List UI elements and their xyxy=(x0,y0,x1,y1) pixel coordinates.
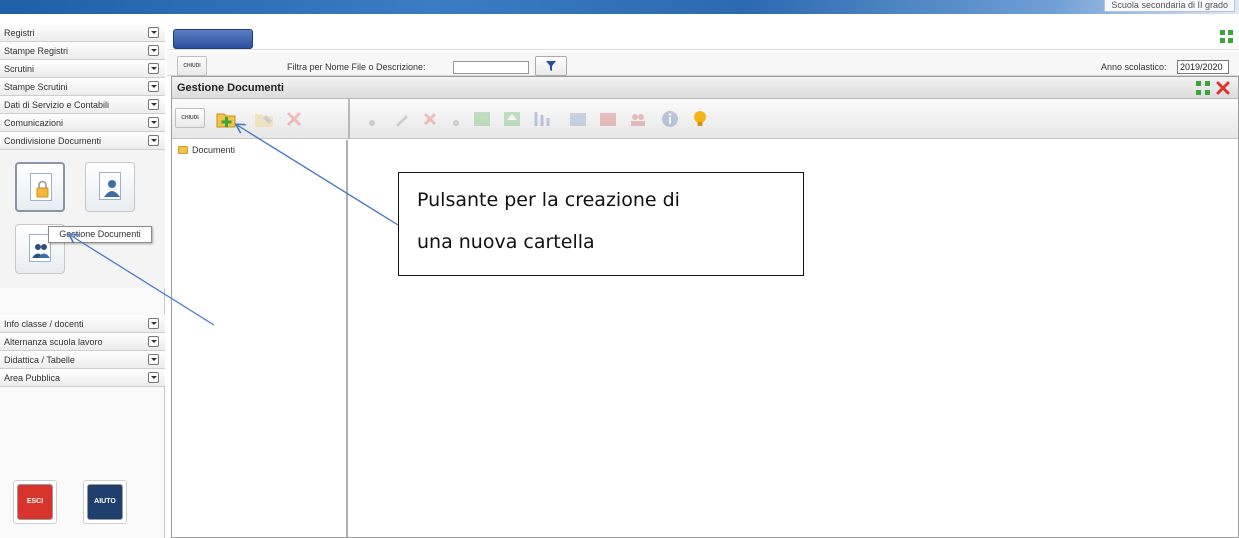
share-icon[interactable] xyxy=(472,109,492,129)
year-label: Anno scolastico: xyxy=(1101,62,1167,72)
sidebar-item-area-pubblica[interactable]: Area Pubblica xyxy=(0,369,165,387)
sidebar-item-registri[interactable]: Registri xyxy=(0,24,165,42)
document-lock-icon xyxy=(25,173,52,206)
sidebar-item-label: Comunicazioni xyxy=(4,118,64,128)
lightbulb-icon[interactable] xyxy=(690,109,710,129)
sidebar-item-label: Condivisione Documenti xyxy=(4,136,102,146)
gestione-toolbar: CHIUDI xyxy=(172,99,1238,139)
condivisione-panel xyxy=(0,150,165,288)
folder-tree: Documenti xyxy=(172,140,348,537)
folder-lock-icon[interactable] xyxy=(598,109,618,129)
tree-node-label: Documenti xyxy=(192,145,236,155)
folder-icon xyxy=(178,146,188,154)
chevron-down-icon[interactable] xyxy=(148,354,159,365)
toolbar-separator xyxy=(348,99,350,139)
callout-box: Pulsante per la creazione di una nuova c… xyxy=(398,172,804,276)
delete-folder-icon[interactable] xyxy=(284,109,304,129)
new-folder-icon[interactable] xyxy=(216,109,236,129)
chevron-down-icon[interactable] xyxy=(148,81,159,92)
gestione-documenti-window: Gestione Documenti CHIUDI Documenti xyxy=(171,76,1239,538)
chevron-up-icon[interactable] xyxy=(148,135,159,146)
edit-icon[interactable] xyxy=(392,109,412,129)
sidebar-item-scrutini[interactable]: Scrutini xyxy=(0,60,165,78)
chevron-down-icon[interactable] xyxy=(148,63,159,74)
callout-line-1: Pulsante per la creazione di xyxy=(417,189,680,211)
maximize-icon[interactable] xyxy=(1196,81,1210,95)
chevron-down-icon[interactable] xyxy=(148,27,159,38)
sidebar-item-label: Scrutini xyxy=(4,64,35,74)
sidebar-item-stampe-scrutini[interactable]: Stampe Scrutini xyxy=(0,78,165,96)
filter-button[interactable] xyxy=(535,56,567,76)
window-title: Gestione Documenti xyxy=(177,82,284,94)
top-banner: Scuola secondaria di II grado xyxy=(0,0,1239,14)
info-icon[interactable] xyxy=(660,109,680,129)
main-top-bar xyxy=(167,24,1239,50)
tooltip: Gestione Documenti xyxy=(48,226,152,243)
sidebar-item-label: Stampe Registri xyxy=(4,46,69,56)
chevron-down-icon[interactable] xyxy=(148,318,159,329)
sidebar-item-condivisione-documenti[interactable]: Condivisione Documenti xyxy=(0,132,165,150)
gestione-documenti-button[interactable] xyxy=(15,162,65,212)
callout-line-2: una nuova cartella xyxy=(417,231,595,253)
aiuto-button-frame: AIUTO xyxy=(83,480,127,524)
dot-icon[interactable] xyxy=(446,109,466,129)
sidebar-item-comunicazioni[interactable]: Comunicazioni xyxy=(0,114,165,132)
document-user-icon xyxy=(94,172,121,205)
esci-button[interactable]: ESCI xyxy=(17,484,53,520)
sidebar-item-label: Stampe Scrutini xyxy=(4,82,68,92)
window-titlebar: Gestione Documenti xyxy=(172,77,1238,99)
expand-icon[interactable] xyxy=(1220,30,1233,43)
filter-icon xyxy=(546,61,556,71)
sidebar-item-label: Didattica / Tabelle xyxy=(4,355,75,365)
dot-icon[interactable] xyxy=(362,109,382,129)
sort-icon[interactable] xyxy=(532,109,552,129)
sidebar-item-stampe-registri[interactable]: Stampe Registri xyxy=(0,42,165,60)
chiudi-button-back[interactable]: CHIUDI xyxy=(177,56,207,76)
sidebar-item-label: Info classe / docenti xyxy=(4,319,84,329)
close-icon[interactable] xyxy=(1216,81,1230,95)
school-label: Scuola secondaria di II grado xyxy=(1104,0,1235,12)
documenti-condivisi-button[interactable] xyxy=(85,162,135,212)
sidebar-item-label: Area Pubblica xyxy=(4,373,61,383)
chevron-down-icon[interactable] xyxy=(148,45,159,56)
chiudi-button[interactable]: CHIUDI xyxy=(175,108,205,128)
delete-icon[interactable] xyxy=(420,109,440,129)
folder-share-icon[interactable] xyxy=(568,109,588,129)
filter-bar: CHIUDI Filtra per Nome File o Descrizion… xyxy=(167,52,1239,76)
filter-input[interactable] xyxy=(453,61,529,74)
active-tab[interactable] xyxy=(173,29,253,49)
sidebar: Registri Stampe Registri Scrutini Stampe… xyxy=(0,24,165,538)
chevron-down-icon[interactable] xyxy=(148,117,159,128)
upload-icon[interactable] xyxy=(502,109,522,129)
esci-button-frame: ESCI xyxy=(13,480,57,524)
sidebar-item-label: Dati di Servizio e Contabili xyxy=(4,100,110,110)
aiuto-button[interactable]: AIUTO xyxy=(87,484,123,520)
filter-label: Filtra per Nome File o Descrizione: xyxy=(287,62,426,72)
year-select[interactable]: 2019/2020 xyxy=(1177,60,1229,74)
sidebar-item-info-classe[interactable]: Info classe / docenti xyxy=(0,315,165,333)
sidebar-item-label: Alternanza scuola lavoro xyxy=(4,337,103,347)
chevron-down-icon[interactable] xyxy=(148,336,159,347)
sidebar-item-dati-servizio[interactable]: Dati di Servizio e Contabili xyxy=(0,96,165,114)
edit-folder-icon[interactable] xyxy=(254,109,274,129)
chevron-down-icon[interactable] xyxy=(148,372,159,383)
sidebar-item-alternanza[interactable]: Alternanza scuola lavoro xyxy=(0,333,165,351)
chevron-down-icon[interactable] xyxy=(148,99,159,110)
users-icon[interactable] xyxy=(628,109,648,129)
sidebar-item-label: Registri xyxy=(4,28,35,38)
sidebar-item-didattica[interactable]: Didattica / Tabelle xyxy=(0,351,165,369)
